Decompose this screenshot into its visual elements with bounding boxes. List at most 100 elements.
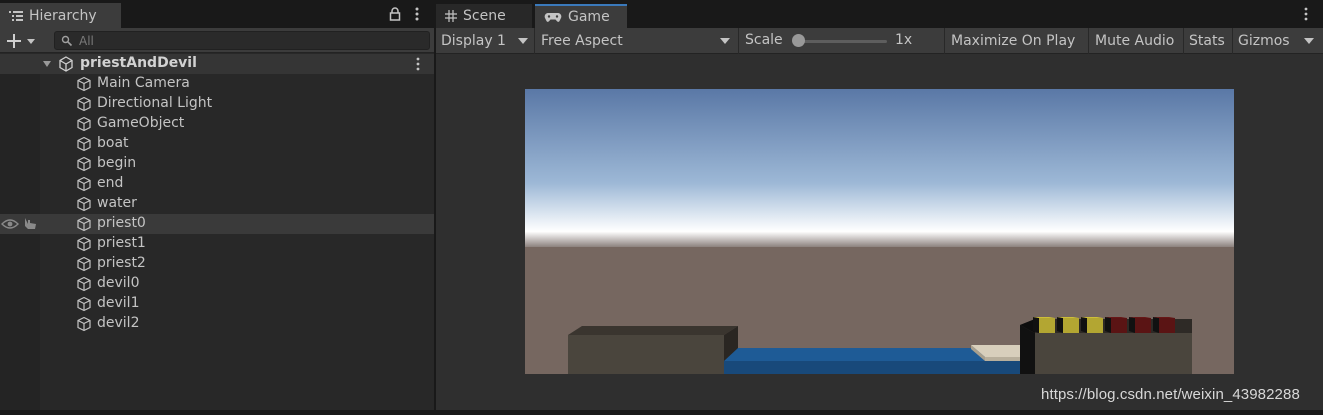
- maximize-on-play-label: Maximize On Play: [951, 33, 1076, 49]
- gameobject-cube-icon: [77, 316, 91, 332]
- mute-audio-label: Mute Audio: [1095, 33, 1175, 49]
- gizmos-dropdown[interactable]: Gizmos: [1233, 28, 1323, 54]
- game-render: [525, 89, 1234, 374]
- hierarchy-panel: Hierarchy All priestAndDevil Main Camera…: [0, 0, 434, 410]
- plus-icon: [7, 33, 21, 48]
- view-tab-bar: Scene Game: [436, 0, 1323, 28]
- display-value: Display 1: [441, 33, 506, 49]
- search-input[interactable]: [79, 33, 409, 48]
- create-dropdown-button[interactable]: [6, 31, 42, 50]
- scene-name: priestAndDevil: [80, 55, 197, 71]
- scale-slider-thumb[interactable]: [792, 34, 805, 47]
- hierarchy-item-label: devil2: [97, 315, 140, 331]
- gameobject-cube-icon: [77, 176, 91, 192]
- scale-label: Scale: [745, 32, 783, 48]
- hierarchy-item-label: GameObject: [97, 115, 185, 131]
- unity-scene-icon: [59, 56, 73, 72]
- aspect-value: Free Aspect: [541, 33, 623, 49]
- hierarchy-item[interactable]: end: [0, 174, 434, 194]
- hierarchy-item[interactable]: Main Camera: [0, 74, 434, 94]
- hierarchy-item-label: begin: [97, 155, 137, 171]
- search-field[interactable]: [54, 31, 430, 50]
- lock-icon[interactable]: [389, 7, 401, 21]
- hierarchy-item-label: devil1: [97, 295, 140, 311]
- hierarchy-item-label: priest0: [97, 215, 146, 231]
- display-dropdown[interactable]: Display 1: [436, 28, 535, 54]
- gameobject-cube-icon: [77, 116, 91, 132]
- gameobject-cube-icon: [77, 136, 91, 152]
- hierarchy-item[interactable]: priest0: [0, 214, 434, 234]
- hierarchy-item[interactable]: devil2: [0, 314, 434, 334]
- scene-row[interactable]: priestAndDevil: [0, 54, 434, 74]
- gameobject-cube-icon: [77, 196, 91, 212]
- hierarchy-item-label: boat: [97, 135, 129, 151]
- priest-2: [1081, 317, 1103, 333]
- scale-control: Scale 1x: [739, 28, 945, 54]
- scale-value: 1x: [895, 32, 913, 48]
- hierarchy-toolbar: [0, 28, 434, 53]
- mute-audio-toggle[interactable]: Mute Audio: [1090, 28, 1184, 54]
- hierarchy-list-icon: [9, 10, 23, 21]
- hierarchy-item[interactable]: devil1: [0, 294, 434, 314]
- hierarchy-tab-bar: Hierarchy: [0, 0, 434, 28]
- tab-game[interactable]: Game: [535, 4, 627, 28]
- hierarchy-item[interactable]: begin: [0, 154, 434, 174]
- gameobject-cube-icon: [77, 96, 91, 112]
- hierarchy-item[interactable]: Directional Light: [0, 94, 434, 114]
- maximize-on-play-toggle[interactable]: Maximize On Play: [946, 28, 1089, 54]
- gameobject-cube-icon: [77, 296, 91, 312]
- priest-0: [1033, 317, 1055, 333]
- hierarchy-item[interactable]: GameObject: [0, 114, 434, 134]
- hierarchy-item[interactable]: priest1: [0, 234, 434, 254]
- chevron-down-icon: [27, 38, 35, 44]
- stats-label: Stats: [1189, 33, 1225, 49]
- hierarchy-item[interactable]: priest2: [0, 254, 434, 274]
- game-toolbar: Display 1 Free Aspect Scale 1x Maximize …: [436, 28, 1323, 54]
- expand-arrow-icon[interactable]: [42, 59, 52, 69]
- hierarchy-item-label: Main Camera: [97, 75, 190, 91]
- watermark: https://blog.csdn.net/weixin_43982288: [1041, 386, 1300, 403]
- hierarchy-item[interactable]: devil0: [0, 274, 434, 294]
- gameobject-cube-icon: [77, 236, 91, 252]
- stats-toggle[interactable]: Stats: [1184, 28, 1233, 54]
- hierarchy-item-label: Directional Light: [97, 95, 213, 111]
- search-icon: [61, 35, 73, 46]
- hierarchy-item[interactable]: boat: [0, 134, 434, 154]
- tab-scene-label: Scene: [463, 8, 506, 24]
- scale-slider-track[interactable]: [795, 40, 887, 43]
- hierarchy-item-label: priest1: [97, 235, 146, 251]
- gameobject-cube-icon: [77, 76, 91, 92]
- gameobject-cube-icon: [77, 216, 91, 232]
- aspect-dropdown[interactable]: Free Aspect: [536, 28, 739, 54]
- tab-hierarchy[interactable]: Hierarchy: [0, 3, 121, 28]
- eye-icon[interactable]: [1, 218, 19, 230]
- tab-hierarchy-label: Hierarchy: [29, 7, 97, 24]
- devil-2: [1153, 317, 1175, 333]
- gameobject-cube-icon: [77, 156, 91, 172]
- kebab-menu-icon[interactable]: [1302, 6, 1310, 22]
- grid-icon: [445, 10, 457, 22]
- chevron-down-icon: [518, 38, 528, 44]
- hierarchy-item-label: end: [97, 175, 124, 191]
- chevron-down-icon: [1304, 38, 1314, 44]
- gizmos-label: Gizmos: [1238, 33, 1290, 49]
- devil-1: [1129, 317, 1151, 333]
- game-panel: Scene Game Display 1 Free Aspect Scale 1…: [436, 0, 1323, 410]
- kebab-menu-icon[interactable]: [412, 6, 422, 22]
- game-viewport[interactable]: [525, 89, 1234, 374]
- tab-scene[interactable]: Scene: [436, 4, 532, 28]
- tab-game-label: Game: [568, 9, 610, 25]
- hierarchy-item-label: devil0: [97, 275, 140, 291]
- left-bank: [568, 326, 738, 374]
- priest-1: [1057, 317, 1079, 333]
- hierarchy-item-label: water: [97, 195, 137, 211]
- devil-0: [1105, 317, 1127, 333]
- chevron-down-icon: [720, 38, 730, 44]
- status-bar: [0, 410, 1323, 415]
- gameobject-cube-icon: [77, 276, 91, 292]
- gamepad-icon: [544, 13, 562, 22]
- pickable-hand-icon[interactable]: [22, 217, 38, 231]
- hierarchy-item[interactable]: water: [0, 194, 434, 214]
- gameobject-cube-icon: [77, 256, 91, 272]
- scene-menu-icon[interactable]: [414, 56, 422, 72]
